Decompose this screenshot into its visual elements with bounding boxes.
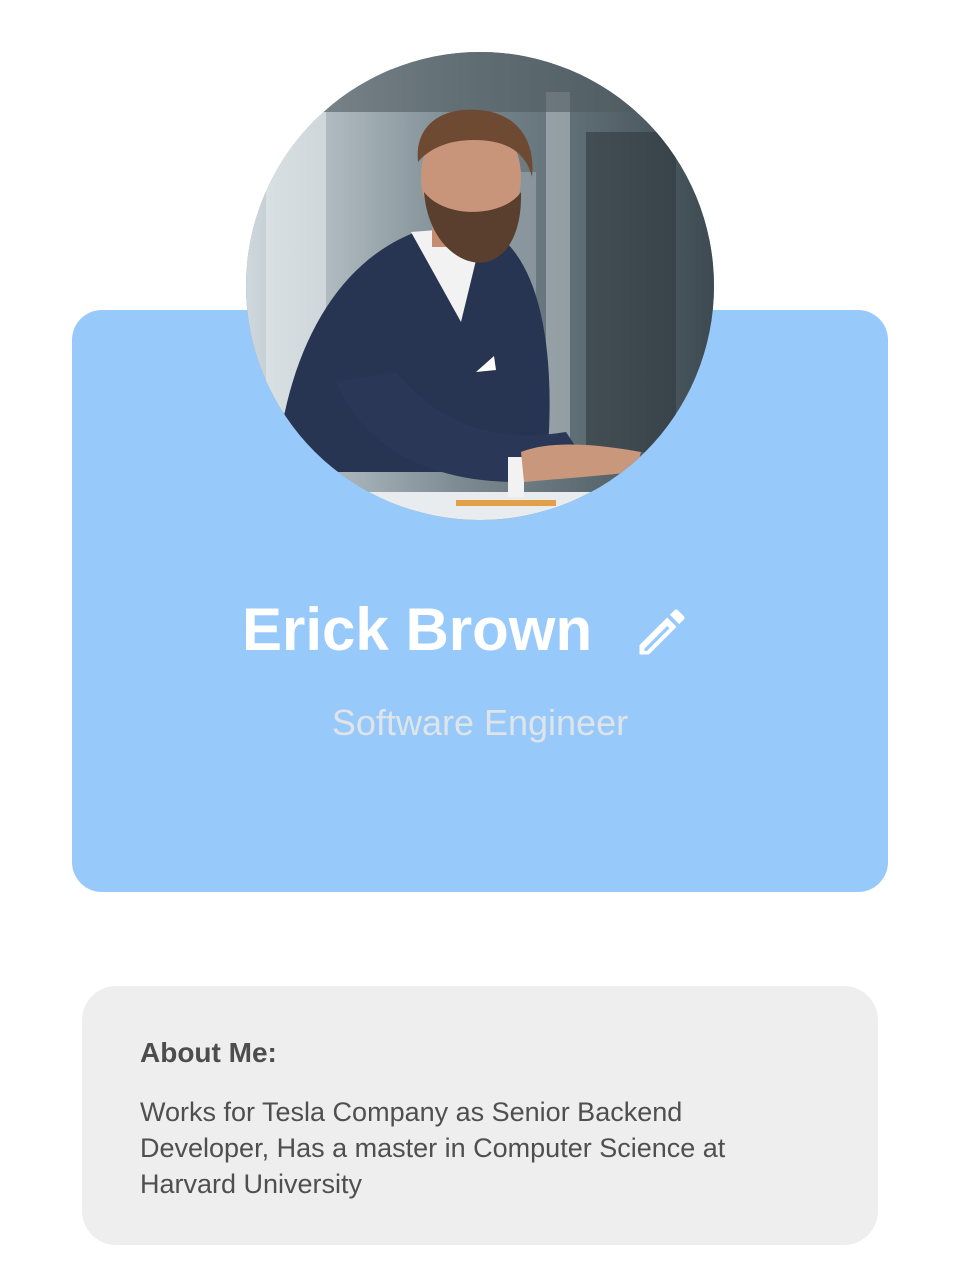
edit-name-button[interactable] — [632, 602, 692, 662]
avatar-photo — [246, 52, 714, 520]
avatar — [246, 52, 714, 520]
about-card: About Me: Works for Tesla Company as Sen… — [82, 986, 878, 1245]
job-title: Software Engineer — [331, 702, 629, 743]
pencil-icon — [639, 609, 685, 655]
about-heading: About Me: — [140, 1037, 277, 1068]
about-text: Works for Tesla Company as Senior Backen… — [140, 1097, 726, 1199]
profile-name: Erick Brown — [242, 596, 593, 663]
name-row: Erick Brown — [72, 596, 888, 676]
